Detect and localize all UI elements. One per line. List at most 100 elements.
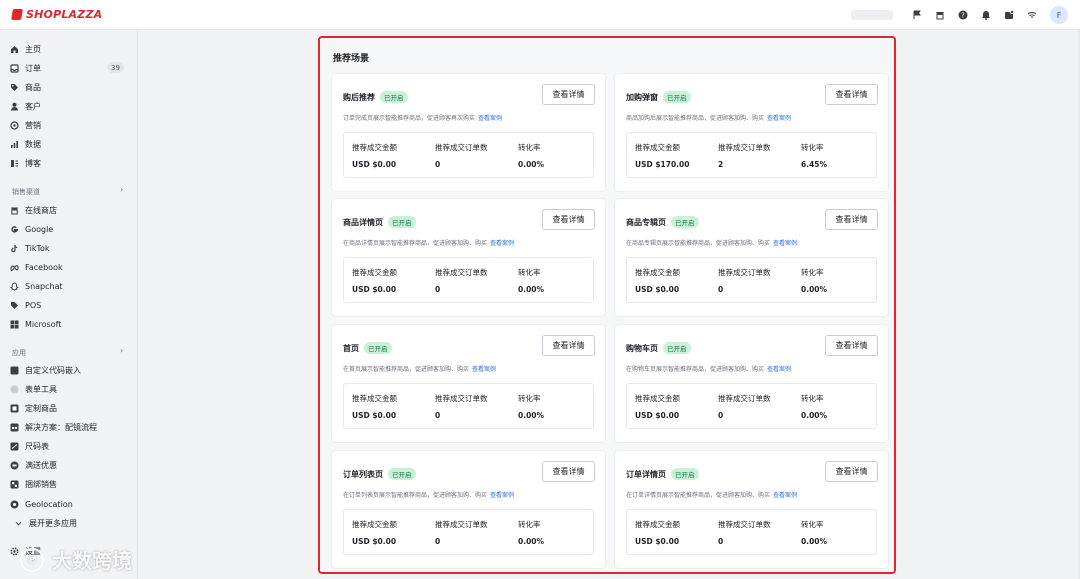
scene-stats-box: 推荐成交金额 USD $0.00 推荐成交订单数 0 转化率 0.00% <box>343 509 594 555</box>
scene-stats-box: 推荐成交金额 USD $0.00 推荐成交订单数 0 转化率 0.00% <box>626 383 877 429</box>
view-details-button[interactable]: 查看详情 <box>542 84 595 105</box>
sidebar-item-label: Microsoft <box>25 319 62 329</box>
help-icon[interactable]: ? <box>958 10 968 20</box>
scene-description: 在订单详情页展示智能推荐商品，促进顾客加购、购买 查看案例 <box>626 490 797 499</box>
sidebar-item-blog[interactable]: 博客 <box>10 156 41 170</box>
conversion-rate-stat: 转化率 0.00% <box>518 519 544 546</box>
view-details-button[interactable]: 查看详情 <box>542 335 595 356</box>
bell-icon[interactable] <box>981 10 991 20</box>
sidebar-item-label: Snapchat <box>25 281 63 291</box>
chevron-right-icon[interactable]: › <box>120 185 123 194</box>
sidebar-item-label: 自定义代码嵌入 <box>25 365 81 375</box>
marketing-icon <box>10 120 19 130</box>
sidebar-item-snapchat[interactable]: Snapchat <box>10 279 63 293</box>
expand-more-apps[interactable]: 展开更多应用 <box>14 516 77 530</box>
sidebar-item-app-custom-product[interactable]: 定制商品 <box>10 401 57 415</box>
notification-icon[interactable] <box>1004 10 1014 20</box>
view-case-link[interactable]: 查看案例 <box>773 492 797 499</box>
scene-card: 订单列表页 已开启 查看详情 在订单列表页展示智能推荐商品，促进顾客加购、购买 查看案例… <box>332 451 605 568</box>
view-case-link[interactable]: 查看案例 <box>767 115 791 122</box>
scene-stats-box: 推荐成交金额 USD $0.00 推荐成交订单数 0 转化率 0.00% <box>343 383 594 429</box>
sidebar-item-products[interactable]: 商品 <box>10 80 41 94</box>
conversion-rate-stat: 转化率 0.00% <box>801 267 827 294</box>
avatar[interactable]: F <box>1050 6 1068 24</box>
view-details-button[interactable]: 查看详情 <box>825 335 878 356</box>
pos-icon <box>10 301 19 310</box>
sidebar-item-label: 满送优惠 <box>25 460 57 470</box>
sidebar-item-app-custom-code[interactable]: 自定义代码嵌入 <box>10 363 81 377</box>
view-case-link[interactable]: 查看案例 <box>767 366 791 373</box>
recommended-sales-amount-stat: 推荐成交金额 USD $170.00 <box>635 142 690 169</box>
sidebar-item-app-geolocation[interactable]: Geolocation <box>10 497 73 511</box>
sidebar: 主页 订单 39 商品 客户 营销 数据 博客 销售渠道 › 在线商店 Goog… <box>0 30 138 579</box>
conversion-rate-value: 0.00% <box>801 537 828 546</box>
snapchat-icon <box>10 282 19 291</box>
scene-card-title: 加购弹窗 已开启 <box>626 91 691 103</box>
store-name[interactable] <box>851 10 893 20</box>
form-icon <box>10 385 19 394</box>
sidebar-item-facebook[interactable]: Facebook <box>10 260 63 274</box>
sidebar-item-online-store[interactable]: 在线商店 <box>10 203 57 217</box>
meta-icon <box>10 263 19 272</box>
scene-stats-box: 推荐成交金额 USD $0.00 推荐成交订单数 0 转化率 0.00% <box>343 257 594 303</box>
sidebar-item-label: 数据 <box>25 139 41 149</box>
sidebar-item-app-gift[interactable]: 满送优惠 <box>10 458 57 472</box>
sidebar-item-microsoft[interactable]: Microsoft <box>10 317 61 331</box>
recommended-sales-amount-label: 推荐成交金额 <box>635 520 680 529</box>
view-case-link[interactable]: 查看案例 <box>773 240 797 247</box>
sidebar-item-app-glasses[interactable]: 解决方案：配镜流程 <box>10 420 97 434</box>
sidebar-item-label: 尺码表 <box>25 441 49 451</box>
view-case-link[interactable]: 查看案例 <box>490 240 514 247</box>
top-bar: SHOPLAZZA ? F <box>0 0 1080 30</box>
sidebar-item-google[interactable]: Google <box>10 222 53 236</box>
sidebar-item-customers[interactable]: 客户 <box>10 99 41 113</box>
view-case-link[interactable]: 查看案例 <box>472 366 496 373</box>
scene-card: 购后推荐 已开启 查看详情 订单完成页展示智能推荐商品，促进顾客再次购买 查看案例 推荐成… <box>332 74 605 191</box>
brand-logo[interactable]: SHOPLAZZA <box>11 8 103 21</box>
view-case-link[interactable]: 查看案例 <box>490 492 514 499</box>
conversion-rate-stat: 转化率 0.00% <box>518 393 544 420</box>
chevron-right-icon[interactable]: › <box>120 346 123 355</box>
view-details-button[interactable]: 查看详情 <box>825 84 878 105</box>
recommended-sales-amount-label: 推荐成交金额 <box>352 268 397 277</box>
scene-description: 在订单列表页展示智能推荐商品，促进顾客加购、购买 查看案例 <box>343 490 514 499</box>
view-details-button[interactable]: 查看详情 <box>542 461 595 482</box>
scene-card-title: 购后推荐 已开启 <box>343 91 408 103</box>
google-icon <box>10 225 19 234</box>
view-details-button[interactable]: 查看详情 <box>825 461 878 482</box>
view-details-button[interactable]: 查看详情 <box>825 209 878 230</box>
flag-icon[interactable] <box>912 10 922 20</box>
wifi-icon[interactable] <box>1027 10 1037 20</box>
sidebar-item-app-form-tool[interactable]: 表单工具 <box>10 382 57 396</box>
brand-mark-icon <box>11 9 23 20</box>
scene-card-title: 首页 已开启 <box>343 342 392 354</box>
conversion-rate-label: 转化率 <box>518 394 541 403</box>
sidebar-item-marketing[interactable]: 营销 <box>10 118 41 132</box>
sidebar-item-tiktok[interactable]: TikTok <box>10 241 50 255</box>
recommended-orders-count-stat: 推荐成交订单数 0 <box>718 267 771 294</box>
scene-title-text: 首页 <box>343 343 359 353</box>
storefront-icon[interactable] <box>935 10 945 20</box>
recommended-orders-count-value: 0 <box>718 411 724 420</box>
view-case-link[interactable]: 查看案例 <box>478 115 502 122</box>
size-chart-icon <box>10 442 19 451</box>
scene-card-title: 商品详情页 已开启 <box>343 216 416 228</box>
sidebar-item-pos[interactable]: POS <box>10 298 41 312</box>
status-badge: 已开启 <box>364 342 392 354</box>
recommended-orders-count-value: 0 <box>435 411 441 420</box>
view-details-button[interactable]: 查看详情 <box>542 209 595 230</box>
brand-name: SHOPLAZZA <box>26 8 103 21</box>
sidebar-item-label: 捆绑销售 <box>25 479 57 489</box>
scene-description: 在商品专辑页展示智能推荐商品，促进顾客加购、购买 查看案例 <box>626 238 797 247</box>
sidebar-item-home[interactable]: 主页 <box>10 42 41 56</box>
sidebar-item-app-bundle[interactable]: 捆绑销售 <box>10 477 57 491</box>
scene-title-text: 订单详情页 <box>626 469 666 479</box>
sidebar-item-label: 营销 <box>25 120 41 130</box>
recommended-sales-amount-value: USD $0.00 <box>635 537 680 546</box>
sidebar-item-analytics[interactable]: 数据 <box>10 137 41 151</box>
sidebar-item-app-size-chart[interactable]: 尺码表 <box>10 439 49 453</box>
recommended-orders-count-stat: 推荐成交订单数 2 <box>718 142 771 169</box>
recommended-orders-count-label: 推荐成交订单数 <box>435 268 488 277</box>
sidebar-item-orders[interactable]: 订单 <box>10 61 41 75</box>
sidebar-item-label: Google <box>25 224 54 234</box>
